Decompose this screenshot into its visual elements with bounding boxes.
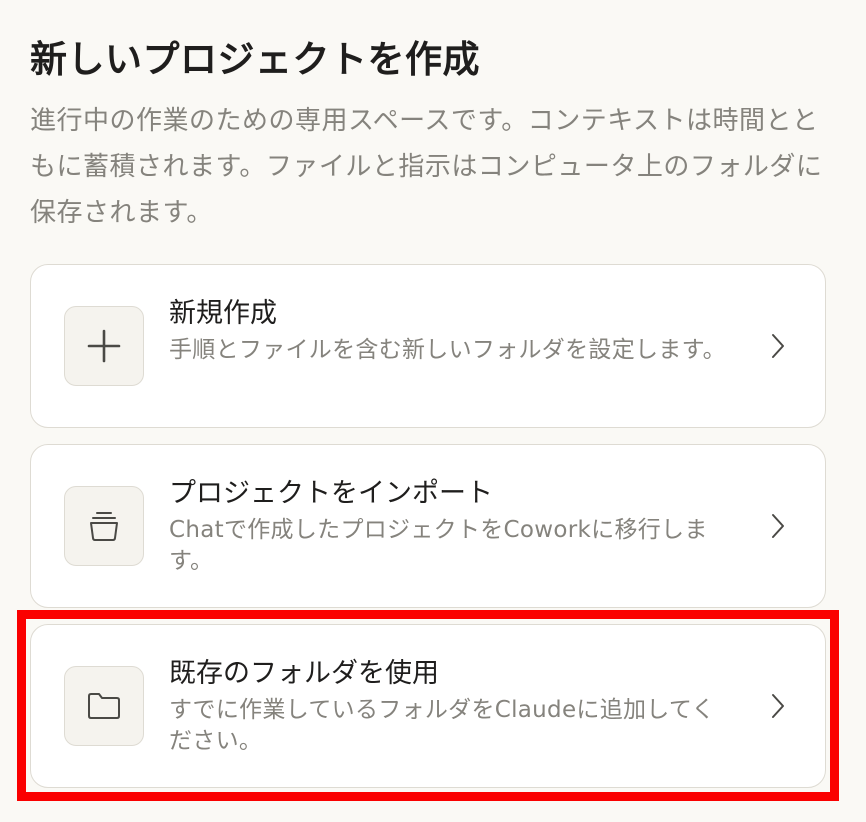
import-stack-icon — [90, 512, 118, 541]
use-existing-folder-option[interactable]: 既存のフォルダを使用 すでに作業しているフォルダをClaudeに追加してください… — [30, 624, 826, 788]
folder-icon-tile — [64, 666, 144, 746]
option-title: 新規作成 — [169, 298, 277, 329]
chevron-right-icon — [772, 334, 784, 358]
chevron-right-icon — [772, 514, 784, 538]
option-title: プロジェクトをインポート — [169, 478, 493, 509]
chevron-right-icon — [772, 694, 784, 718]
page-description: 進行中の作業のための専用スペースです。コンテキストは時間とともに蓄積されます。フ… — [30, 106, 823, 228]
import-project-option[interactable]: プロジェクトをインポート Chatで作成したプロジェクトをCoworkに移行しま… — [30, 444, 826, 608]
option-description: Chatで作成したプロジェクトをCoworkに移行します。 — [169, 517, 708, 574]
plus-icon-tile — [64, 306, 144, 386]
option-description: 手順とファイルを含む新しいフォルダを設定します。 — [169, 337, 726, 363]
import-icon-tile — [64, 486, 144, 566]
create-new-option[interactable]: 新規作成 手順とファイルを含む新しいフォルダを設定します。 — [30, 264, 826, 428]
page-title: 新しいプロジェクトを作成 — [30, 38, 480, 81]
folder-icon — [88, 693, 120, 719]
plus-icon — [87, 329, 121, 363]
option-description: すでに作業しているフォルダをClaudeに追加してください。 — [169, 697, 715, 754]
option-title: 既存のフォルダを使用 — [169, 658, 439, 689]
